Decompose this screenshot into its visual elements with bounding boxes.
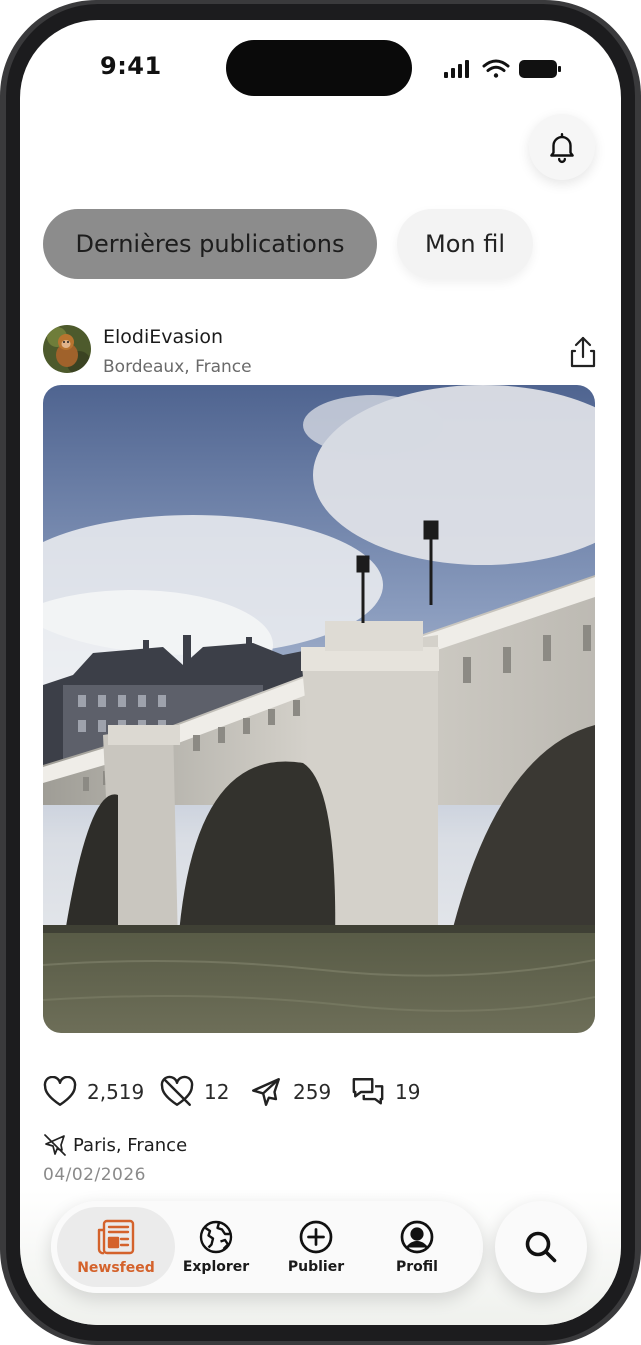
comment-count: 19	[395, 1080, 421, 1104]
phone-frame: 9:41 Dernières publications Mon fil Elod…	[0, 0, 641, 1345]
trip-count: 259	[293, 1080, 332, 1104]
system-status-icons	[444, 59, 561, 78]
battery-icon	[519, 60, 561, 78]
share-button[interactable]	[568, 335, 598, 369]
post-username[interactable]: ElodiEvasion	[103, 326, 223, 348]
post-place: Paris, France	[43, 1132, 187, 1158]
airplane-off-icon	[44, 1134, 66, 1156]
comment-action[interactable]: 19	[351, 1074, 420, 1110]
nav-label-newsfeed: Newsfeed	[77, 1260, 155, 1276]
tab-my-feed[interactable]: Mon fil	[397, 209, 533, 279]
newspaper-icon	[97, 1219, 135, 1255]
post-header: ElodiEvasion Bordeaux, France	[43, 325, 598, 381]
heart-icon	[43, 1076, 77, 1106]
dynamic-island	[226, 40, 412, 96]
search-button[interactable]	[495, 1201, 587, 1293]
comments-icon	[352, 1078, 384, 1105]
avatar-image	[43, 325, 91, 373]
search-icon	[525, 1231, 557, 1263]
nav-item-profil[interactable]: Profil	[358, 1207, 476, 1287]
status-time: 9:41	[100, 52, 162, 80]
user-circle-icon	[400, 1220, 434, 1254]
plus-circle-icon	[299, 1220, 333, 1254]
nav-label-profil: Profil	[396, 1259, 438, 1275]
trip-action[interactable]: 259	[249, 1074, 331, 1110]
notifications-button[interactable]	[529, 114, 595, 180]
post-user-location: Bordeaux, France	[103, 357, 252, 377]
bottom-navbar: Newsfeed Explorer Publier Profil	[51, 1201, 483, 1293]
nav-label-explorer: Explorer	[182, 1259, 250, 1275]
heart-off-icon	[160, 1075, 194, 1106]
post-place-label: Paris, France	[73, 1134, 188, 1156]
tab-latest-posts[interactable]: Dernières publications	[43, 209, 377, 279]
dislike-count: 12	[204, 1080, 230, 1104]
nav-label-publier: Publier	[287, 1259, 345, 1275]
bridge-photo-illustration	[43, 385, 595, 1033]
post-actions: 2,519 12 259 19	[43, 1074, 603, 1110]
globe-icon	[199, 1220, 233, 1254]
share-icon	[570, 336, 596, 368]
status-bar: 9:41	[20, 20, 621, 116]
bell-icon	[550, 133, 574, 164]
like-action[interactable]: 2,519	[43, 1074, 144, 1110]
wifi-icon	[482, 59, 510, 78]
airplane-icon	[252, 1078, 280, 1106]
app-screen: 9:41 Dernières publications Mon fil Elod…	[20, 20, 621, 1325]
signal-icon	[444, 60, 469, 78]
post-photo[interactable]	[43, 385, 595, 1033]
avatar[interactable]	[43, 325, 91, 373]
like-count: 2,519	[87, 1080, 145, 1104]
dislike-action[interactable]: 12	[160, 1074, 229, 1110]
post-date: 04/02/2026	[43, 1165, 146, 1185]
